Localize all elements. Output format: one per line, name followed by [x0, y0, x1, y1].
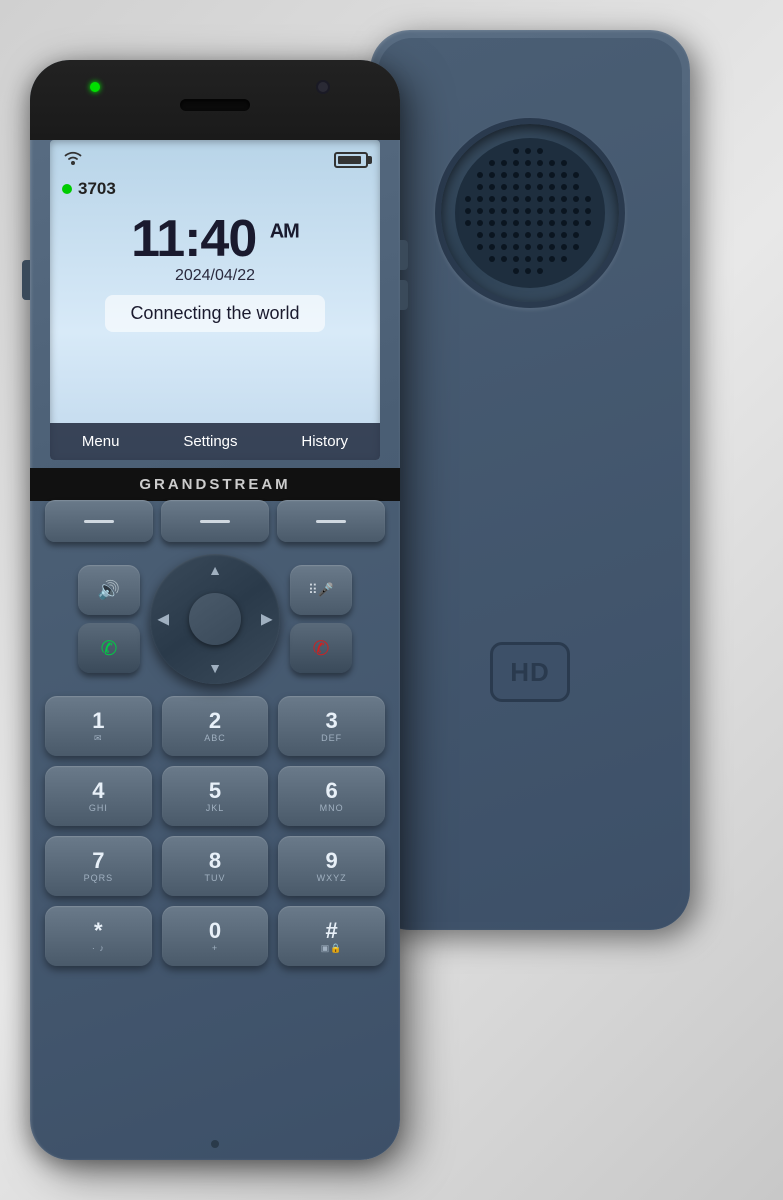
- time-display: 11:40 AM: [50, 203, 380, 267]
- key-3[interactable]: 3 DEF: [278, 696, 385, 756]
- time-value: 11:40 AM: [131, 210, 299, 268]
- phone-back-body: HD: [378, 38, 682, 922]
- key-3-sub: DEF: [321, 734, 342, 743]
- key-0-main: 0: [209, 920, 221, 942]
- key-star-main: *: [94, 920, 103, 942]
- key-8-main: 8: [209, 850, 221, 872]
- softkey-right-icon: [316, 520, 346, 523]
- key-0-sub: +: [212, 944, 218, 953]
- speaker-grille-circle: [435, 118, 625, 308]
- date-display: 2024/04/22: [50, 267, 380, 285]
- key-star[interactable]: * · ♪: [45, 906, 152, 966]
- nav-left-col: 🔊 ✆: [78, 565, 140, 673]
- screen-softkey-history[interactable]: History: [301, 433, 348, 450]
- nav-cluster: 🔊 ✆ ▲ ▼ ◀ ▶: [45, 554, 385, 684]
- conf-mute-icon: ⠿🎤: [308, 582, 334, 598]
- softkey-left-icon: [84, 520, 114, 523]
- camera: [316, 80, 330, 94]
- brand-label: GRANDSTREAM: [30, 468, 400, 501]
- screen-softkey-settings[interactable]: Settings: [183, 433, 237, 450]
- key-6[interactable]: 6 MNO: [278, 766, 385, 826]
- key-7-main: 7: [92, 850, 104, 872]
- dpad-ring[interactable]: ▲ ▼ ◀ ▶: [150, 554, 280, 684]
- speaker-icon: 🔊: [98, 580, 120, 601]
- tagline-banner: Connecting the world: [105, 295, 325, 332]
- phone-screen: 3703 11:40 AM 2024/04/22 Connecting the …: [50, 140, 380, 460]
- softkey-left[interactable]: [45, 500, 153, 542]
- extension-number: 3703: [78, 179, 116, 199]
- speaker-grille: [455, 138, 605, 288]
- battery-fill: [338, 156, 361, 164]
- key-2-sub: ABC: [204, 734, 226, 743]
- battery-icon: [334, 152, 368, 168]
- key-hash-sub: ▣🔒: [321, 944, 343, 953]
- key-8[interactable]: 8 TUV: [162, 836, 269, 896]
- key-6-main: 6: [326, 780, 338, 802]
- end-call-button[interactable]: ✆: [290, 623, 352, 673]
- key-4-sub: GHI: [89, 804, 108, 813]
- key-hash[interactable]: # ▣🔒: [278, 906, 385, 966]
- softkey-row: [45, 500, 385, 542]
- side-button-bottom[interactable]: [400, 280, 408, 310]
- key-3-main: 3: [326, 710, 338, 732]
- screen-softkey-menu[interactable]: Menu: [82, 433, 120, 450]
- key-1-main: 1: [92, 710, 104, 732]
- led-indicator: [90, 82, 100, 92]
- side-button-top[interactable]: [400, 240, 408, 270]
- extension-row: 3703: [50, 175, 380, 203]
- nav-right-col: ⠿🎤 ✆: [290, 565, 352, 673]
- key-5[interactable]: 5 JKL: [162, 766, 269, 826]
- phone-front: 3703 11:40 AM 2024/04/22 Connecting the …: [30, 60, 400, 1160]
- key-9[interactable]: 9 WXYZ: [278, 836, 385, 896]
- key-9-sub: WXYZ: [317, 874, 347, 883]
- digit-keypad: 1 ✉ 2 ABC 3 DEF 4 GHI 5 JKL: [45, 696, 385, 966]
- dpad-up[interactable]: ▲: [208, 562, 222, 578]
- key-7-sub: PQRS: [84, 874, 114, 883]
- hd-badge: HD: [490, 642, 570, 702]
- speaker-button[interactable]: 🔊: [78, 565, 140, 615]
- call-icon: ✆: [101, 636, 118, 661]
- dpad-left[interactable]: ◀: [158, 611, 169, 628]
- screen-softkey-bar: Menu Settings History: [50, 423, 380, 460]
- dpad-down[interactable]: ▼: [208, 660, 222, 676]
- key-4-main: 4: [92, 780, 104, 802]
- bottom-mic-dot: [211, 1140, 219, 1148]
- key-0[interactable]: 0 +: [162, 906, 269, 966]
- key-hash-main: #: [326, 920, 338, 942]
- status-bar: [50, 140, 380, 175]
- earpiece: [180, 99, 250, 111]
- dpad-center-button[interactable]: [189, 593, 241, 645]
- key-5-sub: JKL: [206, 804, 225, 813]
- conf-mute-button[interactable]: ⠿🎤: [290, 565, 352, 615]
- ampm-label: AM: [270, 221, 299, 243]
- key-1[interactable]: 1 ✉: [45, 696, 152, 756]
- hd-label: HD: [510, 657, 550, 688]
- key-2[interactable]: 2 ABC: [162, 696, 269, 756]
- key-4[interactable]: 4 GHI: [45, 766, 152, 826]
- end-call-icon: ✆: [313, 636, 330, 661]
- dpad[interactable]: ▲ ▼ ◀ ▶: [150, 554, 280, 684]
- top-bezel: [30, 60, 400, 140]
- key-9-main: 9: [326, 850, 338, 872]
- key-7[interactable]: 7 PQRS: [45, 836, 152, 896]
- key-1-sub: ✉: [94, 734, 103, 743]
- extension-status-dot: [62, 184, 72, 194]
- scene: HD: [0, 0, 783, 1200]
- call-button[interactable]: ✆: [78, 623, 140, 673]
- softkey-right[interactable]: [277, 500, 385, 542]
- phone-back: HD: [370, 30, 690, 930]
- wifi-icon: [62, 148, 84, 171]
- key-star-sub: · ♪: [92, 944, 105, 953]
- dpad-right[interactable]: ▶: [261, 611, 272, 628]
- key-5-main: 5: [209, 780, 221, 802]
- softkey-center-icon: [200, 520, 230, 523]
- key-6-sub: MNO: [320, 804, 344, 813]
- volume-side-button[interactable]: [22, 260, 30, 300]
- softkey-center[interactable]: [161, 500, 269, 542]
- key-8-sub: TUV: [204, 874, 225, 883]
- key-2-main: 2: [209, 710, 221, 732]
- keypad-area: 🔊 ✆ ▲ ▼ ◀ ▶: [45, 500, 385, 1130]
